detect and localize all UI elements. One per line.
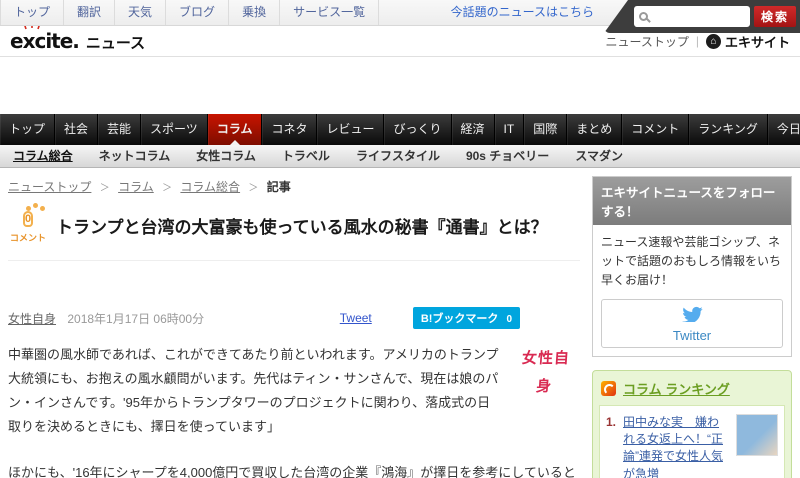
- hatena-count: 0: [506, 314, 512, 325]
- twitter-bird-icon: [682, 305, 703, 322]
- article-title-row: 0 コメント トランプと台湾の大富豪も使っている風水の秘書『通書』とは？: [8, 209, 580, 261]
- subnav-tab-lifestyle[interactable]: ライフスタイル: [343, 145, 453, 167]
- comment-paw-icon: 0: [23, 211, 33, 227]
- excite-news-logo[interactable]: excite. ニュース: [10, 29, 145, 53]
- logo-news-text: ニュース: [86, 32, 145, 53]
- search-button[interactable]: 検索: [754, 6, 796, 27]
- magazine-logo: 女性自身: [512, 345, 578, 401]
- follow-box-title: エキサイトニュースをフォローする！: [593, 177, 791, 225]
- breadcrumb-current: 記事: [267, 180, 291, 194]
- ranking-icon: [601, 381, 616, 396]
- nav-tab-todays-news[interactable]: 今日のニュース: [768, 114, 800, 145]
- topbar-tab-blog[interactable]: ブログ: [166, 0, 229, 25]
- subnav-tab-column-general[interactable]: コラム総合: [0, 145, 86, 167]
- subnav-tab-smadan[interactable]: スマダン: [562, 145, 636, 167]
- article-paragraph-1: 女性自身中華圏の風水師であれば、これができてあたり前といわれます。アメリカのトラ…: [8, 343, 580, 439]
- trending-news-link[interactable]: 今話題のニュースはこちら: [451, 0, 594, 25]
- follow-box-body: ニュース速報や芸能ゴシップ、ネットで話題のおもしろ情報をいち早くお届け！: [593, 225, 791, 291]
- nav-tab-column[interactable]: コラム: [208, 114, 263, 145]
- main-nav: トップ 社会 芸能 スポーツ コラム コネタ レビュー びっくり 経済 IT 国…: [0, 114, 800, 145]
- topbar-tab-services[interactable]: サービス一覧: [280, 0, 379, 25]
- top-utility-bar: トップ 翻訳 天気 ブログ 乗換 サービス一覧 今話題のニュースはこちら 検索: [0, 0, 800, 26]
- paragraph-text: 中華圏の風水師であれば、これができてあたり前といわれます。アメリカのトランプ大統…: [8, 347, 499, 434]
- hatena-bookmark-button[interactable]: B!ブックマーク 0: [413, 307, 520, 329]
- logo-text: excite.: [10, 29, 79, 53]
- header-divider: |: [696, 34, 699, 48]
- subnav-tab-net-column[interactable]: ネットコラム: [86, 145, 184, 167]
- twitter-button-label: Twitter: [602, 328, 782, 343]
- nav-tab-matome[interactable]: まとめ: [567, 114, 622, 145]
- ranking-title-link[interactable]: コラム ランキング: [623, 379, 730, 398]
- nav-tab-comment[interactable]: コメント: [622, 114, 689, 145]
- nav-tab-ranking[interactable]: ランキング: [689, 114, 768, 145]
- nav-tab-society[interactable]: 社会: [55, 114, 98, 145]
- comment-badge[interactable]: 0 コメント: [8, 209, 48, 244]
- topbar-tab-top[interactable]: トップ: [0, 0, 64, 25]
- subnav-tab-90s[interactable]: 90s チョベリー: [453, 145, 562, 167]
- hatena-label: B!ブックマーク: [421, 313, 499, 325]
- nav-tab-koneta[interactable]: コネタ: [262, 114, 317, 145]
- article-body: 女性自身中華圏の風水師であれば、これができてあたり前といわれます。アメリカのトラ…: [8, 343, 580, 478]
- ranking-list: 1. 田中みな実 嫌われる女返上へ！“正論”連発で女性人気が急増 2. 大橋未歩…: [599, 405, 785, 478]
- topbar-tab-translate[interactable]: 翻訳: [64, 0, 115, 25]
- follow-box: エキサイトニュースをフォローする！ ニュース速報や芸能ゴシップ、ネットで話題のお…: [592, 176, 792, 357]
- nav-tab-top[interactable]: トップ: [0, 114, 55, 145]
- news-top-link[interactable]: ニューストップ: [605, 33, 688, 50]
- nav-tab-entertainment[interactable]: 芸能: [98, 114, 141, 145]
- search-input-wrap: [634, 6, 750, 27]
- subnav-tab-travel[interactable]: トラベル: [269, 145, 343, 167]
- breadcrumb-separator: ＞: [248, 183, 258, 194]
- nav-tab-economy[interactable]: 経済: [452, 114, 495, 145]
- breadcrumb-news-top[interactable]: ニューストップ: [8, 180, 91, 194]
- topbar-tab-transfer[interactable]: 乗換: [229, 0, 280, 25]
- main-column: ニューストップ ＞ コラム ＞ コラム総合 ＞ 記事 0 コメント トランプと台…: [8, 176, 580, 478]
- comment-label: コメント: [8, 231, 48, 244]
- breadcrumb-column[interactable]: コラム: [118, 180, 154, 194]
- article-paragraph-2: ほかにも、'16年にシャープを4,000億円で買収した台湾の企業『鴻海』が擇日を…: [8, 461, 580, 478]
- search-input[interactable]: [652, 8, 745, 26]
- ranking-thumbnail[interactable]: [736, 414, 778, 456]
- article-byline: 女性自身 2018年1月17日 06時00分 Tweet B!ブックマーク 0: [8, 307, 580, 329]
- nav-tab-review[interactable]: レビュー: [317, 114, 384, 145]
- search-box: 検索: [604, 0, 800, 33]
- ranking-header: コラム ランキング: [599, 377, 785, 405]
- ranking-item-1[interactable]: 1. 田中みな実 嫌われる女返上へ！“正論”連発で女性人気が急増: [600, 406, 784, 478]
- sidebar: エキサイトニュースをフォローする！ ニュース速報や芸能ゴシップ、ネットで話題のお…: [592, 176, 792, 478]
- breadcrumb-column-general[interactable]: コラム総合: [180, 180, 240, 194]
- ranking-item-title: 田中みな実 嫌われる女返上へ！“正論”連発で女性人気が急増: [623, 414, 730, 478]
- tweet-button[interactable]: Tweet: [340, 311, 372, 325]
- content-area: ニューストップ ＞ コラム ＞ コラム総合 ＞ 記事 0 コメント トランプと台…: [0, 168, 800, 478]
- breadcrumb-separator: ＞: [100, 183, 110, 194]
- article-title: トランプと台湾の大富豪も使っている風水の秘書『通書』とは？: [56, 209, 548, 241]
- nav-tab-sports[interactable]: スポーツ: [141, 114, 208, 145]
- twitter-follow-button[interactable]: Twitter: [601, 299, 783, 348]
- excite-portal-link[interactable]: ⌂ エキサイト: [706, 32, 790, 51]
- portal-link-label: エキサイト: [725, 32, 790, 51]
- rank-number: 1.: [606, 414, 623, 478]
- search-icon: [639, 12, 648, 21]
- source-link[interactable]: 女性自身: [8, 312, 56, 326]
- sub-nav: コラム総合 ネットコラム 女性コラム トラベル ライフスタイル 90s チョベリ…: [0, 145, 800, 168]
- article-date: 2018年1月17日 06時00分: [67, 312, 204, 326]
- nav-tab-it[interactable]: IT: [495, 114, 525, 145]
- column-ranking-box: コラム ランキング 1. 田中みな実 嫌われる女返上へ！“正論”連発で女性人気が…: [592, 370, 792, 478]
- nav-tab-world[interactable]: 国際: [524, 114, 567, 145]
- ad-space: [0, 57, 800, 114]
- nav-tab-bikkuri[interactable]: びっくり: [384, 114, 451, 145]
- breadcrumb-separator: ＞: [162, 183, 172, 194]
- subnav-tab-womens-column[interactable]: 女性コラム: [183, 145, 269, 167]
- breadcrumb: ニューストップ ＞ コラム ＞ コラム総合 ＞ 記事: [8, 178, 580, 195]
- topbar-spacer: [379, 0, 451, 25]
- home-icon: ⌂: [706, 34, 721, 49]
- topbar-tab-weather[interactable]: 天気: [115, 0, 166, 25]
